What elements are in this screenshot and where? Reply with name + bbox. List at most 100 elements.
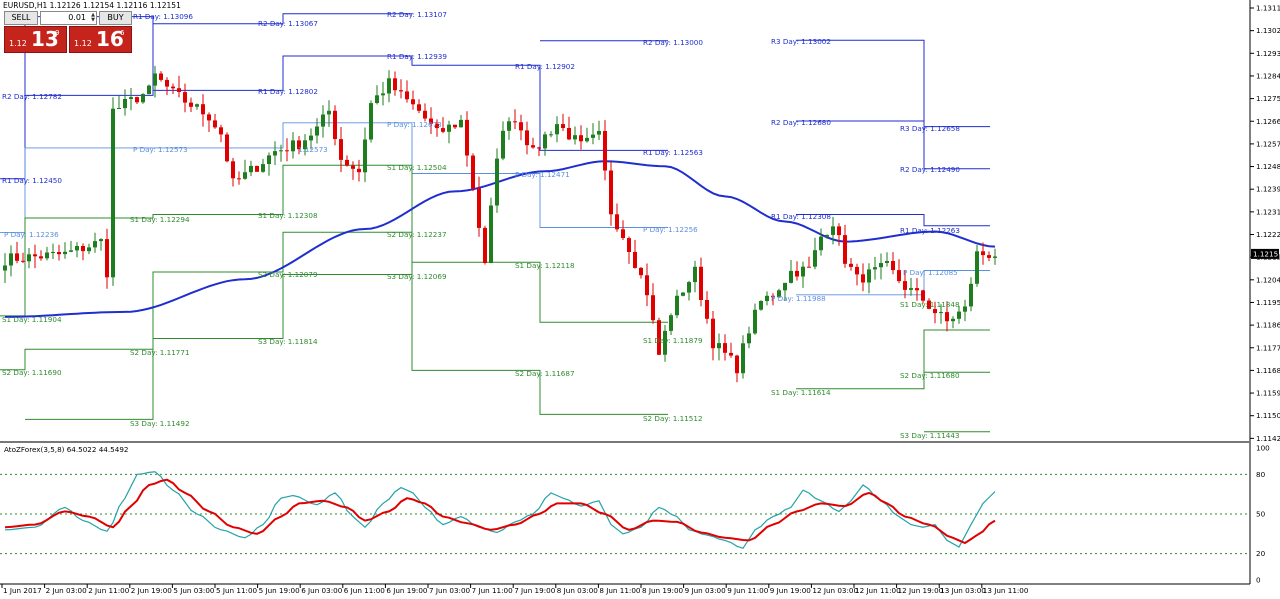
candle-body	[153, 73, 157, 86]
pivot-label: R2 Day: 1.12680	[771, 118, 831, 127]
time-tick-label: 7 Jun 11:00	[472, 586, 514, 595]
candle-body	[189, 102, 193, 107]
time-tick-label: 8 Jun 19:00	[642, 586, 684, 595]
candle-body	[219, 127, 223, 135]
time-tick-label: 1 Jun 2017	[3, 586, 42, 595]
price-tick-label: 1.12310	[1256, 207, 1280, 216]
candle-body	[357, 168, 361, 173]
sell-button[interactable]: SELL	[4, 11, 38, 25]
pivot-label: P Day: 1.12471	[515, 170, 570, 179]
pivot-label: R1 Day: 1.12263	[900, 226, 960, 235]
candle-body	[621, 229, 625, 238]
candle-body	[171, 86, 175, 89]
price-tick-label: 1.11950	[1256, 298, 1280, 307]
candle-body	[165, 79, 169, 87]
candle-body	[411, 99, 415, 105]
pivot-label: S1 Day: 1.11848	[900, 300, 960, 309]
oscillator-label: AtoZForex(3,5,8) 64.5022 44.5492	[4, 445, 128, 454]
candle-body	[69, 250, 73, 252]
buy-price-fraction: 6	[120, 29, 125, 37]
price-tick-label: 1.12930	[1256, 49, 1280, 58]
time-tick-label: 12 Jun 11:00	[855, 586, 901, 595]
candle-body	[111, 108, 115, 278]
candle-body	[345, 159, 349, 166]
oscillator-tick-label: 0	[1256, 576, 1261, 585]
candle-body	[963, 306, 967, 312]
candle-body	[63, 251, 67, 255]
candle-body	[243, 172, 247, 179]
candle-body	[597, 131, 601, 135]
pivot-label: S2 Day: 1.11771	[130, 348, 190, 357]
candle-body	[789, 270, 793, 283]
buy-button[interactable]: BUY	[99, 11, 132, 25]
candle-body	[609, 170, 613, 215]
candle-body	[879, 263, 883, 268]
candle-body	[87, 247, 91, 252]
candle-body	[855, 266, 859, 275]
pivot-label: S1 Day: 1.11879	[643, 336, 703, 345]
candle-body	[177, 88, 181, 92]
candle-body	[129, 97, 133, 99]
candle-body	[135, 97, 139, 103]
candle-body	[717, 343, 721, 349]
candle-body	[807, 266, 811, 268]
price-tick-label: 1.11595	[1256, 389, 1280, 398]
candle-body	[237, 178, 241, 180]
sell-price-fraction: 9	[55, 29, 60, 37]
sell-price-box[interactable]: 1.12 13 9	[4, 26, 67, 53]
buy-price-box[interactable]: 1.12 16 6	[69, 26, 132, 53]
candle-body	[753, 309, 757, 334]
candle-body	[795, 270, 799, 277]
candle-body	[933, 309, 937, 314]
candle-body	[843, 235, 847, 264]
pivot-label: R1 Day: 1.12563	[643, 148, 703, 157]
candle-body	[27, 254, 31, 262]
candle-body	[759, 301, 763, 310]
candle-body	[231, 161, 235, 179]
price-tick-label: 1.13020	[1256, 26, 1280, 35]
candle-body	[669, 315, 673, 331]
candle-body	[327, 110, 331, 115]
candle-body	[33, 254, 37, 257]
candle-body	[3, 265, 7, 271]
candle-body	[471, 155, 475, 189]
candle-body	[705, 300, 709, 319]
candle-body	[543, 134, 547, 149]
pivot-label: P Day: 1.12673	[387, 120, 442, 129]
candle-body	[93, 241, 97, 248]
candle-body	[507, 121, 511, 131]
candle-body	[885, 261, 889, 263]
lot-size-input[interactable]: 0.01 ▲ ▼	[40, 11, 97, 25]
candle-body	[525, 130, 529, 146]
price-tick-label: 1.12665	[1256, 117, 1280, 126]
candle-body	[273, 151, 277, 156]
pivot-label: R1 Day: 1.12939	[387, 52, 447, 61]
candle-body	[483, 227, 487, 263]
pivot-label: P Day: 1.12085	[903, 268, 958, 277]
pivot-label: S1 Day: 1.12294	[130, 215, 190, 224]
candle-body	[159, 73, 163, 80]
time-tick-label: 12 Jun 03:00	[812, 586, 858, 595]
candle-body	[573, 135, 577, 140]
pivot-label: P Day: 1.12236	[4, 230, 59, 239]
price-tick-label: 1.12485	[1256, 162, 1280, 171]
price-tick-label: 1.11505	[1256, 411, 1280, 420]
candle-body	[561, 124, 565, 128]
lot-spinner-icon[interactable]: ▲ ▼	[88, 13, 95, 23]
time-tick-label: 5 Jun 11:00	[216, 586, 258, 595]
price-tick-label: 1.12575	[1256, 139, 1280, 148]
trading-chart[interactable]: R1 Day: 1.13096 R2 Day: 1.13067 R2 Day: 1.…	[0, 0, 1280, 599]
candle-body	[519, 122, 523, 131]
candle-body	[945, 312, 949, 322]
candle-body	[375, 95, 379, 103]
candle-body	[867, 269, 871, 283]
candle-body	[291, 140, 295, 152]
candle-body	[531, 145, 535, 148]
candle-body	[987, 255, 991, 258]
candle-body	[591, 134, 595, 138]
candle-body	[141, 94, 145, 103]
one-click-trading-panel: SELL 0.01 ▲ ▼ BUY 1.12 13 9 1.12 16 6	[4, 11, 132, 53]
pivot-label: S3 Day: 1.11814	[258, 337, 318, 346]
candle-body	[825, 234, 829, 237]
time-tick-label: 9 Jun 19:00	[770, 586, 812, 595]
